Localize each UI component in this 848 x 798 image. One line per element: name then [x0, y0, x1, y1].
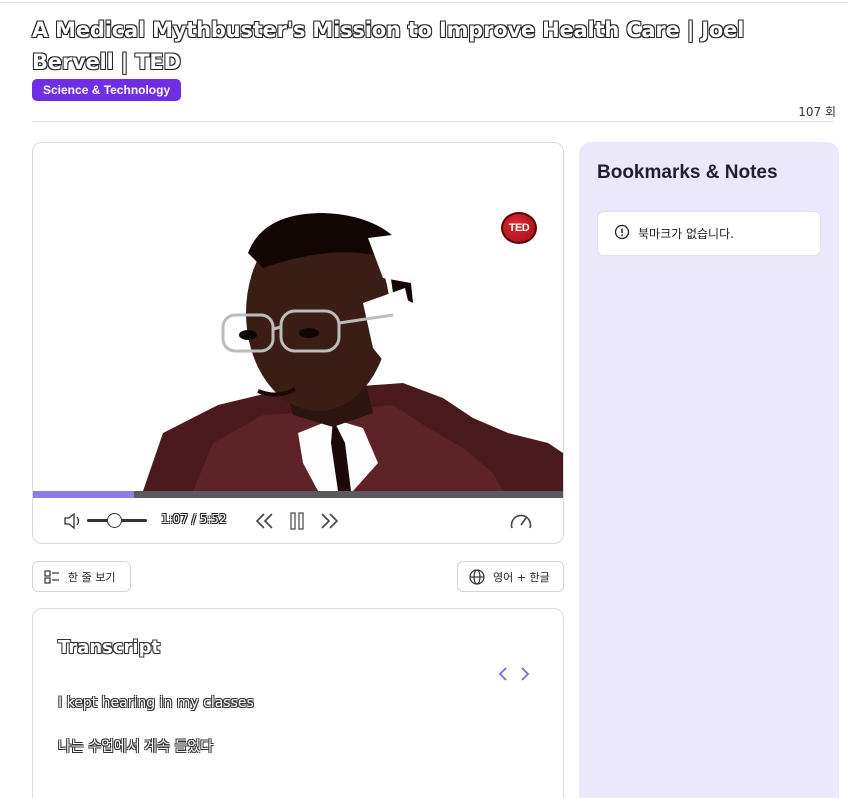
progress-bar[interactable] [33, 491, 563, 498]
volume-icon[interactable] [63, 512, 83, 530]
volume-slider[interactable] [87, 513, 147, 528]
ted-logo: TED [501, 212, 537, 244]
time-display: 1:07 / 5:52 [161, 512, 227, 526]
language-toggle-label: 영어 + 한글 [493, 570, 550, 584]
single-line-view-button[interactable]: 한 줄 보기 [32, 561, 131, 592]
chevron-right-icon[interactable] [517, 665, 533, 683]
globe-icon [468, 568, 486, 586]
category-badge[interactable]: Science & Technology [32, 79, 182, 101]
rewind-icon[interactable] [253, 511, 275, 531]
transcript-heading: Transcript [58, 637, 161, 658]
transcript-line-korean: 나는 수업에서 계속 들었다 [58, 739, 214, 755]
list-icon [43, 568, 61, 586]
header-divider [32, 121, 834, 122]
info-icon [614, 224, 630, 243]
language-toggle-button[interactable]: 영어 + 한글 [457, 561, 564, 592]
volume-thumb[interactable] [107, 513, 122, 528]
chevron-left-icon[interactable] [495, 665, 511, 683]
speed-icon[interactable] [509, 510, 533, 532]
single-line-view-label: 한 줄 보기 [68, 570, 116, 584]
progress-fill [33, 491, 134, 498]
transcript-line-english: I kept hearing in my classes [58, 695, 254, 711]
speaker-image [33, 143, 563, 491]
transcript-card: Transcript I kept hearing in my classes … [32, 608, 564, 798]
forward-icon[interactable] [319, 511, 341, 531]
page-title: A Medical Mythbuster's Mission to Improv… [32, 18, 745, 74]
top-rule [0, 2, 848, 3]
video-player[interactable]: TED 1:07 / 5:52 [32, 142, 564, 544]
player-controls: 1:07 / 5:52 [33, 498, 563, 543]
bookmarks-panel: Bookmarks & Notes 북마크가 없습니다. [579, 142, 839, 798]
bookmarks-empty-state: 북마크가 없습니다. [597, 211, 821, 256]
view-count: 107 회 [798, 105, 836, 119]
video-frame[interactable]: TED [33, 143, 563, 491]
bookmarks-title: Bookmarks & Notes [597, 162, 778, 183]
pause-icon[interactable] [288, 511, 306, 531]
bookmarks-empty-message: 북마크가 없습니다. [638, 227, 734, 241]
